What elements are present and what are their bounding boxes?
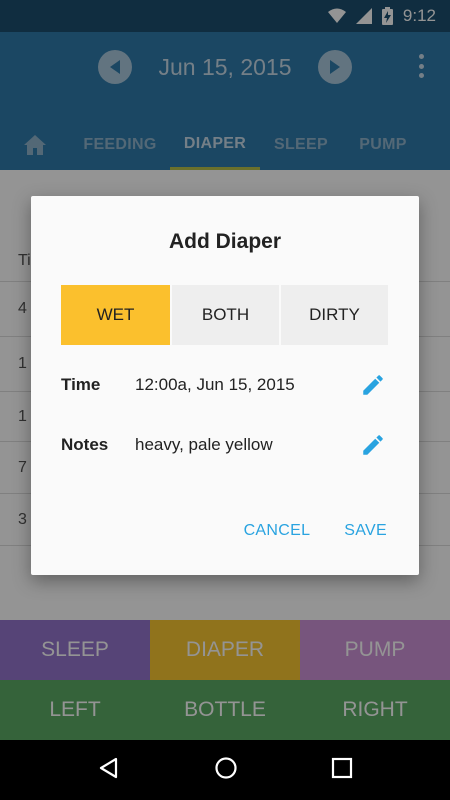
notes-field: Notes heavy, pale yellow bbox=[61, 425, 388, 465]
home-circle-icon[interactable] bbox=[214, 756, 238, 785]
edit-notes-button[interactable] bbox=[358, 430, 388, 460]
diaper-type-selector: WET BOTH DIRTY bbox=[61, 285, 388, 345]
both-option[interactable]: BOTH bbox=[170, 285, 279, 345]
add-diaper-dialog: Add Diaper WET BOTH DIRTY Time 12:00a, J… bbox=[31, 196, 419, 575]
edit-time-button[interactable] bbox=[358, 370, 388, 400]
dirty-option[interactable]: DIRTY bbox=[279, 285, 388, 345]
recents-icon[interactable] bbox=[331, 757, 353, 784]
time-field: Time 12:00a, Jun 15, 2015 bbox=[61, 365, 388, 405]
time-label: Time bbox=[61, 375, 101, 394]
notes-label: Notes bbox=[61, 435, 109, 454]
notes-value: heavy, pale yellow bbox=[135, 435, 273, 454]
save-button[interactable]: SAVE bbox=[344, 522, 387, 540]
system-nav-bar bbox=[0, 740, 450, 800]
time-value: 12:00a, Jun 15, 2015 bbox=[135, 375, 295, 394]
pencil-icon bbox=[363, 435, 383, 455]
back-icon[interactable] bbox=[97, 756, 121, 785]
dialog-actions: CANCEL SAVE bbox=[210, 522, 387, 540]
dialog-title: Add Diaper bbox=[168, 230, 281, 253]
cancel-button[interactable]: CANCEL bbox=[244, 522, 311, 540]
pencil-icon bbox=[363, 375, 383, 395]
wet-option[interactable]: WET bbox=[61, 285, 170, 345]
